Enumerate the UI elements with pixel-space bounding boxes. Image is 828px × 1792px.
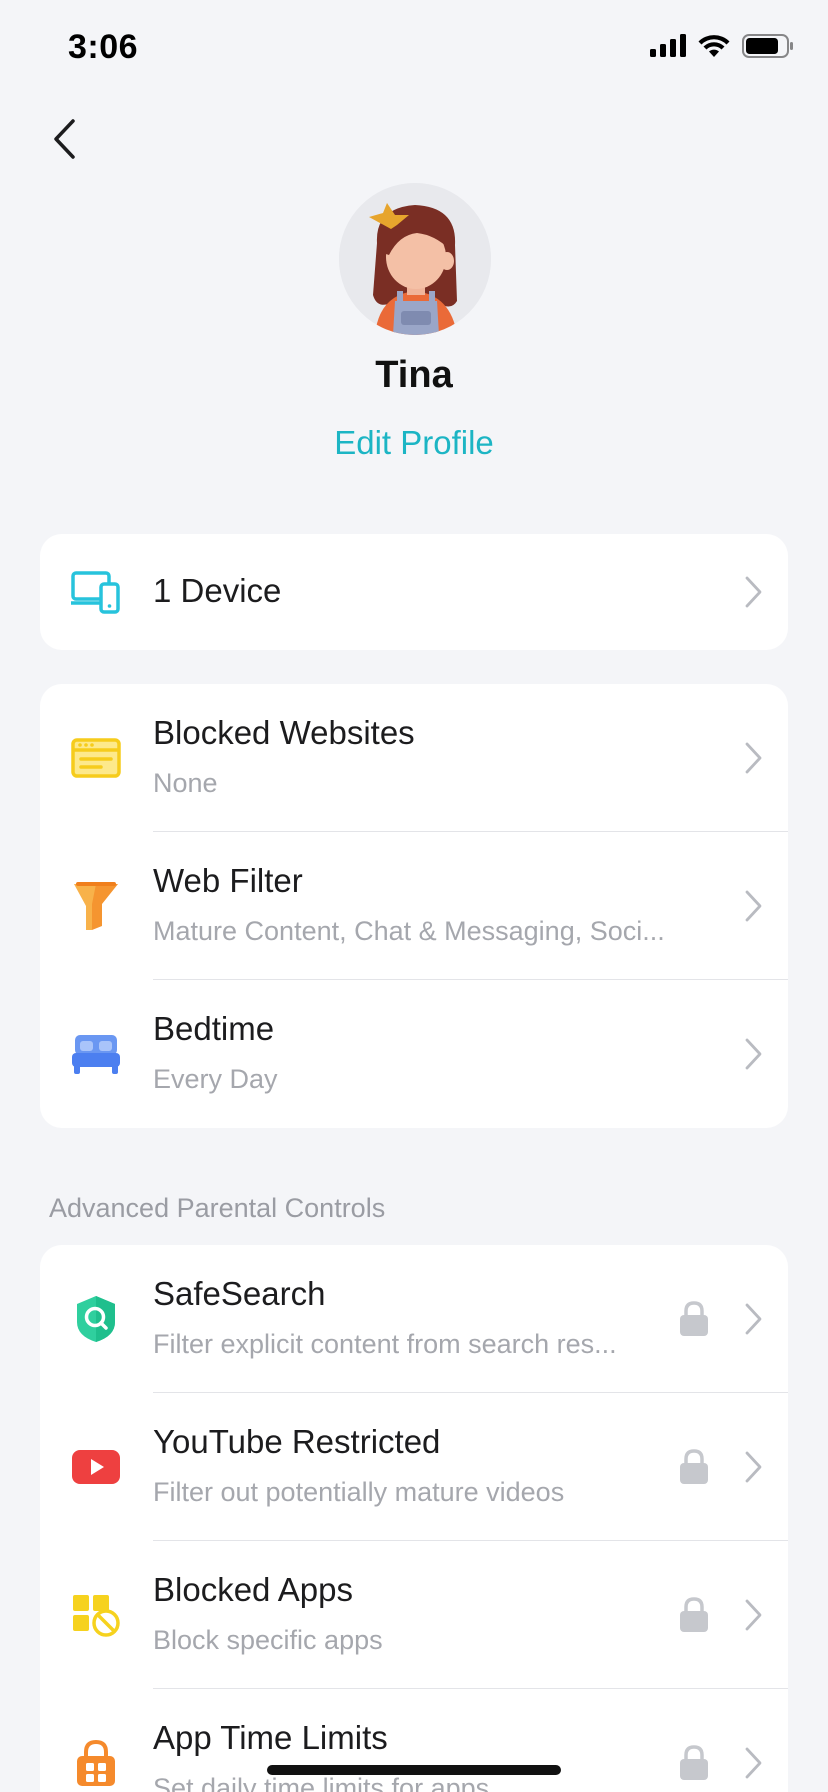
chevron-right-icon <box>745 1038 762 1070</box>
youtube-restricted-row[interactable]: YouTube Restricted Filter out potentiall… <box>40 1393 788 1541</box>
chevron-right-icon <box>745 1451 762 1483</box>
chevron-right-icon <box>745 1747 762 1779</box>
row-title: SafeSearch <box>153 1275 326 1312</box>
bedtime-row[interactable]: Bedtime Every Day <box>40 980 788 1128</box>
safesearch-row[interactable]: SafeSearch Filter explicit content from … <box>40 1245 788 1393</box>
bed-icon <box>68 1026 124 1082</box>
lock-icon <box>680 1301 708 1336</box>
row-title: Bedtime <box>153 1010 275 1047</box>
section-title-advanced: Advanced Parental Controls <box>49 1193 386 1223</box>
row-title: Blocked Websites <box>153 714 415 751</box>
row-subtitle: Mature Content, Chat & Messaging, Soci..… <box>153 916 665 946</box>
lock-icon <box>680 1449 708 1484</box>
devices-icon <box>68 564 124 620</box>
back-button[interactable] <box>40 112 88 170</box>
row-subtitle: Block specific apps <box>153 1625 383 1655</box>
row-title: App Time Limits <box>153 1719 388 1756</box>
lock-grid-icon <box>68 1735 124 1791</box>
wifi-icon <box>698 34 730 63</box>
chevron-right-icon <box>745 576 762 608</box>
browser-window-icon <box>68 730 124 786</box>
chevron-right-icon <box>745 1599 762 1631</box>
avatar[interactable] <box>339 183 491 335</box>
girl-avatar-illustration <box>339 183 491 335</box>
blocked-websites-row[interactable]: Blocked Websites None <box>40 684 788 832</box>
chevron-left-icon <box>51 118 77 165</box>
edit-profile-link[interactable]: Edit Profile <box>0 424 828 462</box>
row-subtitle: Set daily time limits for apps <box>153 1773 490 1792</box>
blocked-apps-icon <box>68 1587 124 1643</box>
status-icons <box>650 34 794 63</box>
controls-card: Blocked Websites None Web Filter Mature … <box>40 684 788 1128</box>
row-title: YouTube Restricted <box>153 1423 441 1460</box>
row-title: Blocked Apps <box>153 1571 353 1608</box>
web-filter-row[interactable]: Web Filter Mature Content, Chat & Messag… <box>40 832 788 980</box>
row-subtitle: Every Day <box>153 1064 278 1094</box>
profile-name: Tina <box>375 354 453 396</box>
app-time-limits-row[interactable]: App Time Limits Set daily time limits fo… <box>40 1689 788 1792</box>
funnel-icon <box>68 878 124 934</box>
blocked-apps-row[interactable]: Blocked Apps Block specific apps <box>40 1541 788 1689</box>
status-bar: 3:06 <box>0 0 828 100</box>
advanced-controls-card: SafeSearch Filter explicit content from … <box>40 1245 788 1792</box>
home-indicator <box>267 1765 561 1775</box>
shield-search-icon <box>68 1291 124 1347</box>
row-title: Web Filter <box>153 862 303 899</box>
devices-row[interactable]: 1 Device <box>40 534 788 650</box>
lock-icon <box>680 1597 708 1632</box>
chevron-right-icon <box>745 742 762 774</box>
devices-label: 1 Device <box>153 572 282 609</box>
battery-icon <box>742 34 794 63</box>
status-time: 3:06 <box>68 28 139 66</box>
row-subtitle: None <box>153 768 218 798</box>
lock-icon <box>680 1745 708 1780</box>
devices-card: 1 Device <box>40 534 788 650</box>
cellular-signal-icon <box>650 34 686 63</box>
youtube-icon <box>68 1439 124 1495</box>
chevron-right-icon <box>745 1303 762 1335</box>
chevron-right-icon <box>745 890 762 922</box>
row-subtitle: Filter explicit content from search res.… <box>153 1329 617 1359</box>
row-subtitle: Filter out potentially mature videos <box>153 1477 565 1507</box>
